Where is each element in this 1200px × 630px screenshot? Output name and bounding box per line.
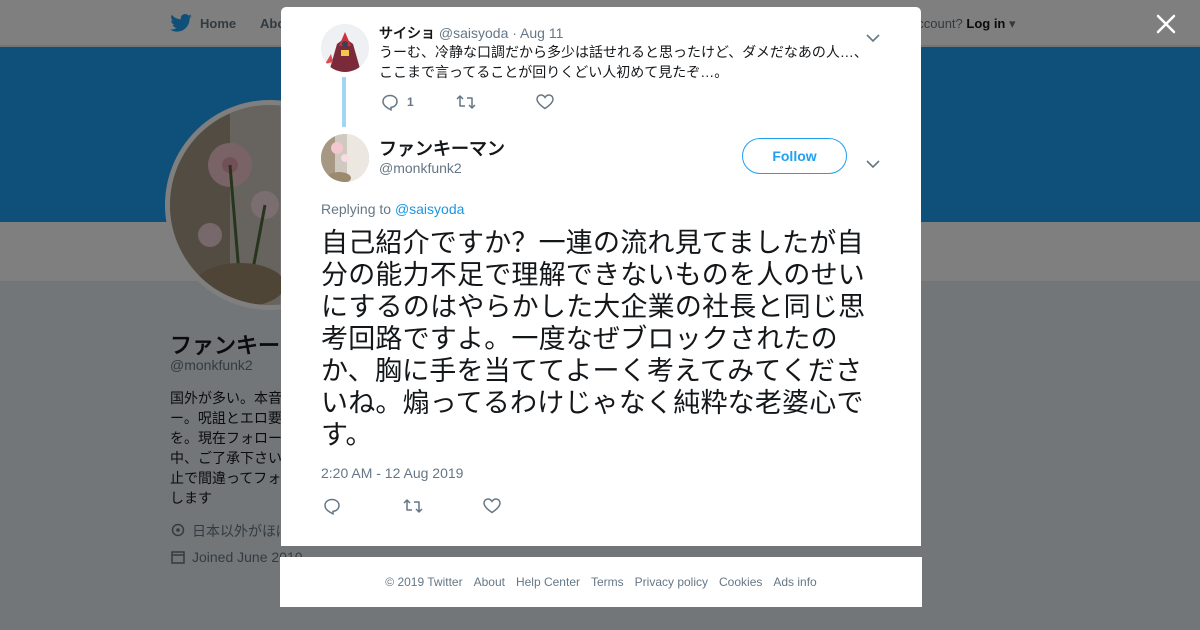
retweet-icon — [456, 95, 476, 109]
tweet-timestamp[interactable]: 2:20 AM - 12 Aug 2019 — [321, 465, 463, 481]
follow-button[interactable]: Follow — [742, 138, 847, 174]
like-button[interactable] — [535, 94, 554, 110]
main-author-handle[interactable]: @monkfunk2 — [379, 160, 462, 176]
parent-tweet-date[interactable]: Aug 11 — [520, 25, 563, 41]
footer-link-terms[interactable]: Terms — [591, 575, 624, 589]
retweet-button[interactable] — [456, 94, 476, 110]
reply-button[interactable]: 1 — [381, 93, 414, 111]
footer-link-privacy[interactable]: Privacy policy — [635, 575, 708, 589]
parent-tweet-text: うーむ、冷静な口調だから多少は話せれると思ったけど、ダメだなあの人…、ここまで言… — [379, 44, 868, 80]
footer-link-help-center[interactable]: Help Center — [516, 575, 580, 589]
replying-to: Replying to @saisyoda — [321, 201, 464, 217]
header-separator: · — [512, 25, 517, 41]
parent-avatar[interactable] — [321, 24, 369, 72]
footer-link-about[interactable]: About — [474, 575, 505, 589]
heart-icon — [483, 498, 501, 514]
reply-count: 1 — [407, 95, 414, 109]
parent-author-handle[interactable]: @saisyoda — [439, 25, 508, 41]
retweet-icon — [403, 499, 423, 513]
main-author-avatar[interactable] — [321, 134, 369, 182]
footer-link-ads-info[interactable]: Ads info — [773, 575, 816, 589]
retweet-button[interactable] — [403, 498, 423, 514]
parent-tweet-header: サイショ @saisyoda · Aug 11 — [379, 23, 563, 43]
main-author-name[interactable]: ファンキーマン — [379, 135, 505, 161]
replying-to-mention[interactable]: @saisyoda — [395, 201, 464, 217]
reply-icon — [324, 498, 340, 515]
heart-icon — [535, 94, 554, 110]
reply-icon — [382, 94, 398, 111]
close-icon — [1156, 14, 1176, 34]
parent-author-name[interactable]: サイショ — [379, 25, 435, 41]
footer-link-cookies[interactable]: Cookies — [719, 575, 762, 589]
chevron-down-icon — [866, 159, 880, 168]
thread-connector — [342, 77, 346, 127]
footer: © 2019 Twitter About Help Center Terms P… — [280, 557, 922, 607]
reply-button[interactable] — [323, 497, 341, 515]
tweet-modal: サイショ @saisyoda · Aug 11 うーむ、冷静な口調だから多少は話… — [281, 7, 921, 546]
main-tweet-text: 自己紹介ですか？一連の流れ見てましたが自分の能力不足で理解できないものを人のせい… — [321, 228, 866, 450]
replying-prefix: Replying to — [321, 201, 392, 217]
footer-copyright: © 2019 Twitter — [385, 575, 463, 589]
parent-tweet-actions: 1 — [381, 93, 554, 111]
close-modal-button[interactable] — [1150, 8, 1182, 40]
like-button[interactable] — [483, 498, 501, 514]
flower-avatar-image — [321, 134, 369, 182]
main-tweet-actions — [323, 497, 501, 515]
robot-avatar-image — [321, 24, 369, 72]
main-tweet-menu[interactable] — [865, 156, 881, 172]
